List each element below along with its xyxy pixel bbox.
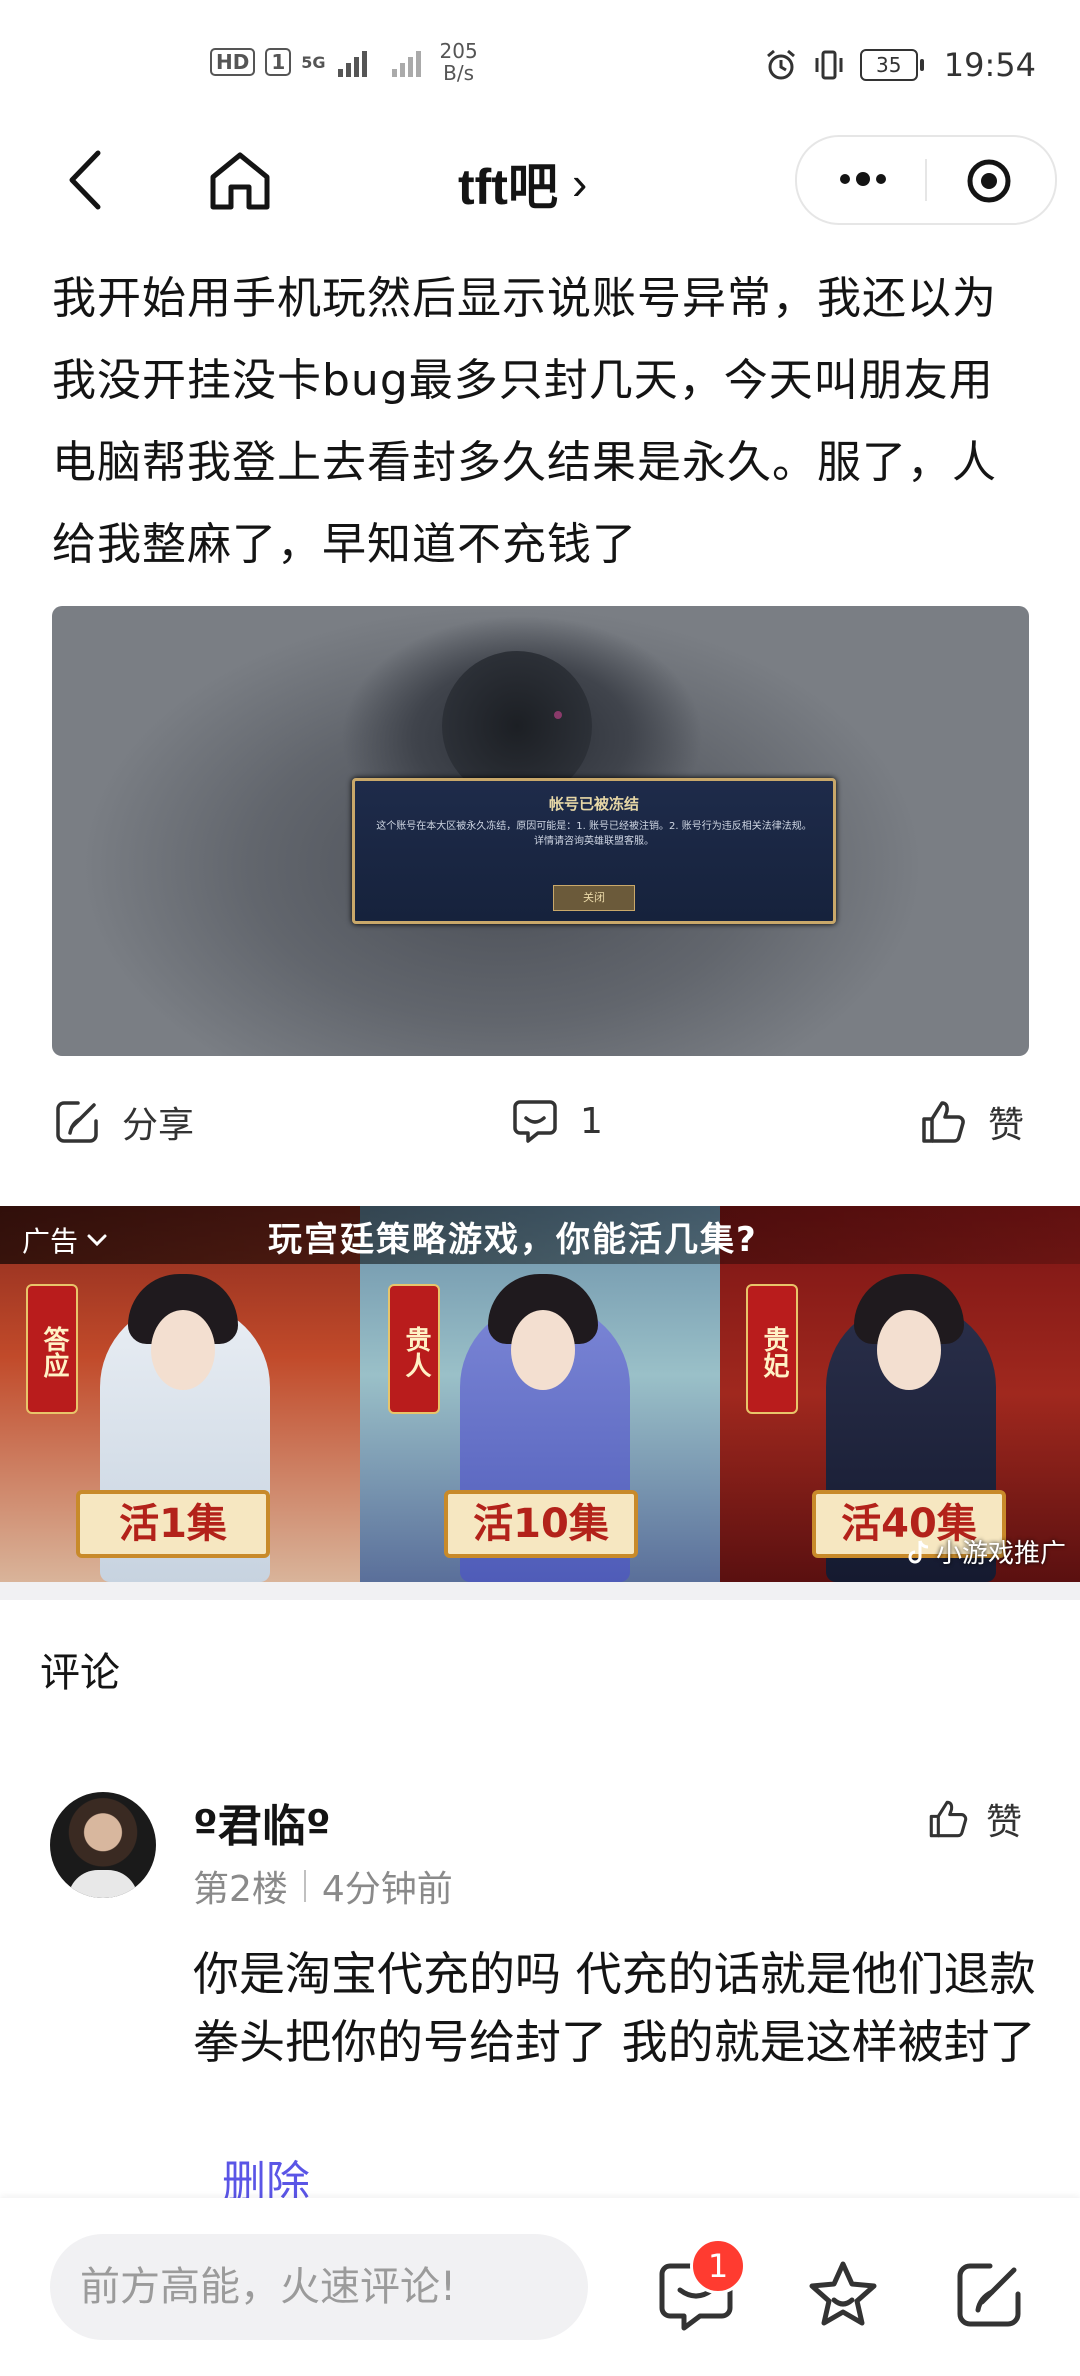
hd-badge: HD xyxy=(210,48,256,76)
comment-like-button[interactable]: 赞 xyxy=(926,1793,1022,1845)
ad-rank-2: 贵人 xyxy=(388,1284,440,1414)
like-label: 赞 xyxy=(988,1105,1025,1146)
post-actions: 分享 1 赞 xyxy=(0,1070,1080,1166)
ad-rank-1: 答应 xyxy=(26,1284,78,1414)
mini-program-capsule xyxy=(795,135,1057,225)
capsule-divider xyxy=(925,159,927,201)
more-icon[interactable] xyxy=(833,157,893,201)
ad-face-1 xyxy=(151,1310,215,1390)
ad-face-3 xyxy=(877,1310,941,1390)
comment-badge: 1 xyxy=(690,2238,746,2294)
ad-banner[interactable]: 答应 活1集 贵人 活10集 贵妃 活40集 广告 玩宫廷策略游戏，你能活几集?… xyxy=(0,1206,1080,1582)
ad-headline: 玩宫廷策略游戏，你能活几集? xyxy=(268,1220,758,1260)
ad-face-2 xyxy=(511,1310,575,1390)
avatar-shirt xyxy=(68,1870,138,1898)
ad-plate-2: 活10集 xyxy=(444,1490,638,1558)
battery-indicator: 35 xyxy=(859,49,924,81)
meta-separator xyxy=(303,1870,306,1902)
forum-title[interactable]: tft吧 › xyxy=(458,147,587,219)
bottom-bar: 1 xyxy=(0,2198,1080,2376)
signal-label: 5G xyxy=(301,52,326,72)
comments-header: 评论 xyxy=(40,1650,120,1696)
dialog-button: 关闭 xyxy=(553,885,635,911)
like-button[interactable]: 赞 xyxy=(918,1096,1024,1148)
camera-dot xyxy=(554,711,562,719)
comment-meta: 第2楼 4分钟前 xyxy=(193,1860,453,1912)
post-image[interactable]: 帐号已被冻结 这个账号在本大区被永久冻结，原因可能是：1. 账号已经被注销。2.… xyxy=(52,606,1029,1056)
chevron-right-icon: › xyxy=(571,157,588,209)
ad-label-text: 广告 xyxy=(22,1225,79,1258)
data-rate: 205 B/s xyxy=(440,40,478,84)
alarm-icon xyxy=(766,49,795,80)
dialog-title: 帐号已被冻结 xyxy=(548,795,639,813)
ad-source-text: 小游戏推广 xyxy=(935,1539,1066,1569)
comment-button[interactable]: 1 xyxy=(510,1096,603,1146)
comment-input[interactable] xyxy=(50,2234,588,2340)
data-rate-unit: B/s xyxy=(443,61,475,85)
star-icon[interactable] xyxy=(806,2258,880,2332)
comment-count: 1 xyxy=(580,1100,603,1142)
comment-like-label: 赞 xyxy=(986,1802,1023,1843)
comment-text: 你是淘宝代充的吗 代充的话就是他们退款 拳头把你的号给封了 我的就是这样被封了 xyxy=(193,1947,1036,2069)
clock: 19:54 xyxy=(943,46,1036,84)
ban-dialog: 帐号已被冻结 这个账号在本大区被永久冻结，原因可能是：1. 账号已经被注销。2.… xyxy=(352,778,836,924)
comment-icon xyxy=(513,1100,557,1143)
ad-rank-3: 贵妃 xyxy=(746,1284,798,1414)
tiktok-icon xyxy=(908,1539,929,1563)
dialog-body: 这个账号在本大区被永久冻结，原因可能是：1. 账号已经被注销。2. 账号行为违反… xyxy=(376,821,812,847)
forum-title-text: tft吧 xyxy=(458,159,558,215)
comment-time: 4分钟前 xyxy=(321,1869,453,1910)
share-button[interactable]: 分享 xyxy=(52,1096,194,1148)
ad-label[interactable]: 广告 xyxy=(22,1220,108,1260)
status-bar: HD 1 5G 205 B/s 35 19:54 xyxy=(0,0,1080,135)
vibrate-icon xyxy=(815,50,843,80)
section-divider xyxy=(0,1582,1080,1600)
back-icon[interactable] xyxy=(58,145,118,215)
target-icon[interactable] xyxy=(965,157,1013,205)
home-icon[interactable] xyxy=(205,147,275,213)
comment-user-name[interactable]: º君临º xyxy=(193,1790,331,1854)
data-rate-value: 205 xyxy=(439,39,478,63)
post-text: 我开始用手机玩然后显示说账号异常，我还以为我没开挂没卡bug最多只封几天，今天叫… xyxy=(52,273,997,570)
share-label: 分享 xyxy=(122,1105,195,1146)
signal-icon-2 xyxy=(391,51,421,77)
share-icon xyxy=(56,1101,98,1143)
ad-plate-1: 活1集 xyxy=(76,1490,270,1558)
thumb-up-icon xyxy=(929,1800,968,1838)
edit-icon[interactable] xyxy=(952,2258,1026,2332)
ad-source: 小游戏推广 xyxy=(908,1533,1066,1570)
thumb-up-icon xyxy=(922,1101,965,1143)
comment-floor: 第2楼 xyxy=(193,1869,288,1910)
nav-bar: tft吧 › xyxy=(0,135,1080,225)
status-right: 35 19:54 xyxy=(764,46,1036,84)
avatar[interactable] xyxy=(50,1792,156,1898)
status-left: HD 1 5G 205 B/s xyxy=(210,40,478,84)
chevron-down-icon xyxy=(87,1234,107,1247)
sim-badge: 1 xyxy=(265,48,292,76)
signal-icon xyxy=(337,51,367,77)
